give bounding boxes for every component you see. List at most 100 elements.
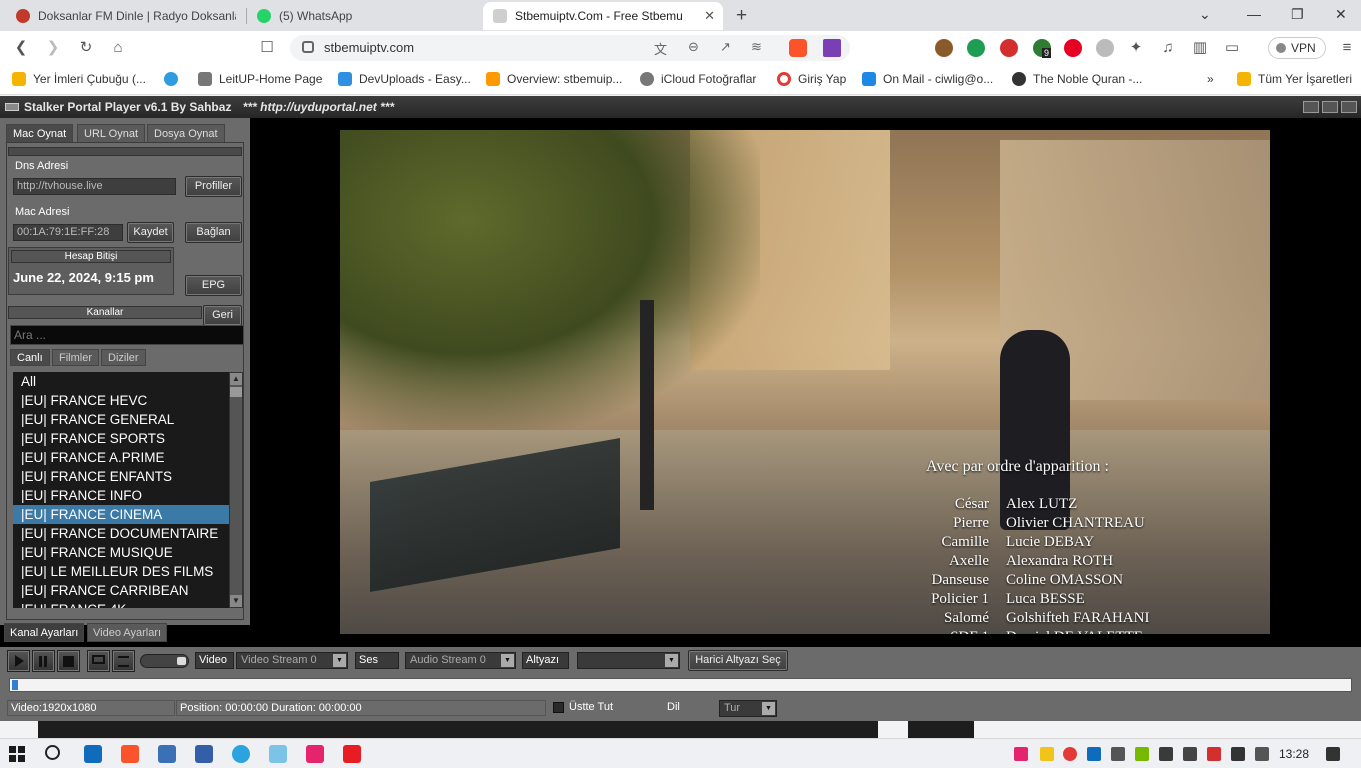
- media-icon[interactable]: ♫: [1157, 37, 1179, 59]
- cookie-icon[interactable]: [935, 39, 953, 57]
- close-tab-icon[interactable]: ✕: [704, 8, 715, 24]
- fullscreen-button[interactable]: [87, 650, 110, 672]
- player-maximize-button[interactable]: [1322, 101, 1338, 113]
- adblock-icon[interactable]: [1000, 39, 1018, 57]
- bookmark-leitup[interactable]: LeitUP-Home Page: [198, 72, 322, 86]
- tray-chrome-icon[interactable]: [1063, 747, 1077, 761]
- address-bar[interactable]: stbemuiptv.com 文 ⊖ ↗ ≋: [290, 35, 850, 61]
- external-subtitle-button[interactable]: Harici Altyazı Seç: [688, 650, 788, 671]
- bookmark-overview[interactable]: Overview: stbemuip...: [486, 72, 622, 86]
- channel-item[interactable]: |EU| FRANCE SPORTS: [13, 429, 229, 448]
- telegram-icon[interactable]: [232, 745, 250, 763]
- save-button[interactable]: Kaydet: [127, 222, 174, 243]
- bookmark-quran[interactable]: The Noble Quran -...: [1012, 72, 1142, 86]
- channel-item[interactable]: |EU| FRANCE DOCUMENTAIRE: [13, 524, 229, 543]
- restore-button[interactable]: ❐: [1291, 6, 1304, 23]
- taskbar-clock[interactable]: 13:28: [1279, 747, 1309, 761]
- tab-kanal-ayarlari[interactable]: Kanal Ayarları: [4, 623, 85, 642]
- tray-monitor-icon[interactable]: [1183, 747, 1197, 761]
- bookmark-yer-imleri[interactable]: Yer İmleri Çubuğu (...: [12, 72, 146, 86]
- new-tab-button[interactable]: +: [736, 5, 747, 27]
- subtab-canli[interactable]: Canlı: [10, 349, 50, 366]
- tray-outlook-icon[interactable]: [1087, 747, 1101, 761]
- sidebar-icon[interactable]: ▥: [1189, 37, 1211, 59]
- notification-icon[interactable]: [1326, 747, 1340, 761]
- channel-item[interactable]: |EU| FRANCE GENERAL: [13, 410, 229, 429]
- epg-button[interactable]: EPG: [185, 275, 242, 296]
- notepad-icon[interactable]: [269, 745, 287, 763]
- bookmark-onmail[interactable]: On Mail - ciwlig@o...: [862, 72, 993, 86]
- search-icon[interactable]: [45, 745, 60, 760]
- profiles-button[interactable]: Profiller: [185, 176, 242, 197]
- channel-item[interactable]: |EU| FRANCE A.PRIME: [13, 448, 229, 467]
- tab-doksanlar[interactable]: Doksanlar FM Dinle | Radyo Doksanlar: [6, 2, 246, 30]
- home-button[interactable]: ⌂: [107, 37, 129, 59]
- forward-button[interactable]: ❯: [42, 37, 64, 59]
- channel-item[interactable]: All: [13, 372, 229, 391]
- bookmark-devuploads[interactable]: DevUploads - Easy...: [338, 72, 471, 86]
- volume-slider[interactable]: [140, 654, 189, 668]
- rss-icon[interactable]: ≋: [751, 39, 762, 55]
- tab-video-ayarlari[interactable]: Video Ayarları: [87, 623, 168, 642]
- channel-item[interactable]: |EU| FRANCE INFO: [13, 486, 229, 505]
- bookmark-icon[interactable]: ☐: [256, 37, 278, 59]
- minimize-button[interactable]: —: [1247, 6, 1261, 22]
- audio-stream-select[interactable]: Audio Stream 0 ▼: [405, 652, 516, 669]
- player-close-button[interactable]: [1341, 101, 1357, 113]
- connect-button[interactable]: Bağlan: [185, 222, 242, 243]
- stop-button[interactable]: [57, 650, 80, 672]
- mac-input[interactable]: 00:1A:79:1E:FF:28: [13, 224, 123, 241]
- brave-rewards-icon[interactable]: [823, 39, 841, 57]
- tray-display-icon[interactable]: [1159, 747, 1173, 761]
- pause-button[interactable]: [32, 650, 55, 672]
- close-window-button[interactable]: ✕: [1335, 6, 1347, 23]
- shield-extension-icon[interactable]: 9: [1033, 39, 1052, 58]
- nvidia-icon[interactable]: [1135, 747, 1149, 761]
- channel-item[interactable]: |EU| FRANCE ENFANTS: [13, 467, 229, 486]
- game-app-icon[interactable]: [306, 745, 324, 763]
- bookmark-all[interactable]: Tüm Yer İşaretleri: [1237, 72, 1352, 86]
- zoom-icon[interactable]: ⊖: [688, 39, 699, 55]
- dns-input[interactable]: http://tvhouse.live: [13, 178, 176, 195]
- translate-icon[interactable]: 文: [654, 39, 667, 58]
- extension-green-icon[interactable]: [967, 39, 985, 57]
- channel-item[interactable]: |EU| FRANCE CARRIBEAN: [13, 581, 229, 600]
- stay-on-top-checkbox[interactable]: [553, 702, 564, 713]
- tray-recorder-icon[interactable]: [1207, 747, 1221, 761]
- scroll-thumb[interactable]: [230, 387, 242, 397]
- site-info-icon[interactable]: [302, 41, 314, 53]
- tab-stbemuiptv[interactable]: Stbemuiptv.Com - Free Stbemu Co ✕: [483, 2, 723, 30]
- channel-item[interactable]: |EU| FRANCE HEVC: [13, 391, 229, 410]
- volume-icon[interactable]: [1255, 747, 1269, 761]
- extension-gray-icon[interactable]: [1096, 39, 1114, 57]
- app-window-icon[interactable]: [158, 745, 176, 763]
- vpn-button[interactable]: VPN: [1268, 37, 1326, 59]
- subtitle-select[interactable]: ▼: [577, 652, 680, 669]
- tray-network-icon[interactable]: [1111, 747, 1125, 761]
- playlist-button[interactable]: [112, 650, 135, 672]
- tab-whatsapp[interactable]: (5) WhatsApp: [247, 2, 479, 30]
- language-select[interactable]: Tur ▼: [719, 700, 777, 717]
- scroll-down-icon[interactable]: ▼: [230, 595, 242, 607]
- reload-button[interactable]: ↻: [75, 37, 97, 59]
- video-frame[interactable]: Avec par ordre d'apparition : César Alex …: [340, 130, 1270, 634]
- channel-item[interactable]: |EU| FRANCE 4K: [13, 600, 229, 608]
- wallet-icon[interactable]: ▭: [1221, 37, 1243, 59]
- seek-bar[interactable]: [9, 678, 1352, 692]
- outlook-icon[interactable]: [84, 745, 102, 763]
- seek-knob[interactable]: [12, 680, 18, 690]
- bookmarks-more-button[interactable]: »: [1207, 72, 1214, 86]
- settings-app-icon[interactable]: [195, 745, 213, 763]
- channel-item[interactable]: |EU| FRANCE MUSIQUE: [13, 543, 229, 562]
- channel-item[interactable]: |EU| LE MEILLEUR DES FILMS: [13, 562, 229, 581]
- back-button[interactable]: Geri: [203, 305, 242, 326]
- player-taskbar-icon[interactable]: [343, 745, 361, 763]
- extensions-puzzle-icon[interactable]: ✦: [1125, 37, 1147, 59]
- back-button[interactable]: ❮: [10, 37, 32, 59]
- brave-shield-icon[interactable]: [789, 39, 807, 57]
- bookmark-giris[interactable]: Giriş Yap: [777, 72, 846, 86]
- subtab-diziler[interactable]: Diziler: [101, 349, 146, 366]
- channel-item[interactable]: |EU| FRANCE CINEMA: [13, 505, 229, 524]
- share-icon[interactable]: ↗: [720, 39, 731, 55]
- player-minimize-button[interactable]: [1303, 101, 1319, 113]
